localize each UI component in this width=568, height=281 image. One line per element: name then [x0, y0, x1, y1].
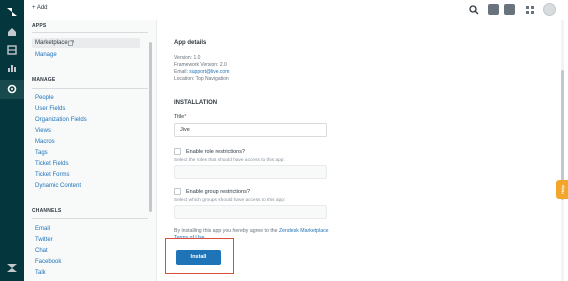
- add-button[interactable]: + Add: [32, 5, 48, 11]
- roles-select[interactable]: [174, 165, 327, 179]
- help-tab[interactable]: Help: [556, 180, 568, 199]
- terms-prefix: By installing this app you hereby agree …: [174, 228, 279, 234]
- sidebar-item-facebook[interactable]: Facebook: [35, 259, 61, 265]
- groups-select[interactable]: [174, 205, 327, 219]
- app-install-panel: App details Version: 1.0 Framework Versi…: [157, 20, 568, 281]
- sidebar-item-user-fields[interactable]: User Fields: [35, 106, 65, 112]
- role-restrictions-row: Enable role restrictions?: [174, 148, 245, 155]
- group-restrictions-label[interactable]: Enable group restrictions?: [186, 189, 250, 195]
- apps-grid-icon[interactable]: [524, 4, 536, 16]
- sidebar-item-talk[interactable]: Talk: [35, 270, 46, 276]
- panel-scrollbar[interactable]: [149, 42, 152, 212]
- sidebar-item-dynamic-content[interactable]: Dynamic Content: [35, 183, 81, 189]
- admin-gear-icon[interactable]: [6, 83, 18, 95]
- views-icon[interactable]: [6, 44, 18, 56]
- section-title-channels: CHANNELS: [32, 208, 62, 214]
- admin-settings-panel: APPS Marketplace Manage MANAGE People Us…: [24, 20, 157, 281]
- section-title-apps: APPS: [32, 23, 47, 29]
- role-restrictions-checkbox[interactable]: [174, 148, 181, 155]
- avatar[interactable]: [543, 3, 556, 16]
- app-details-title: App details: [174, 40, 207, 46]
- sidebar-item-manage[interactable]: Manage: [35, 52, 57, 58]
- role-restrictions-hint: Select the roles that should have access…: [174, 158, 285, 163]
- search-icon[interactable]: [468, 4, 480, 16]
- group-restrictions-row: Enable group restrictions?: [174, 188, 250, 195]
- divider: [32, 88, 148, 89]
- app-email-prefix: Email:: [174, 69, 190, 75]
- sidebar-item-chat[interactable]: Chat: [35, 248, 48, 254]
- sidebar-item-ticket-forms[interactable]: Ticket Forms: [35, 172, 69, 178]
- sidebar-item-macros[interactable]: Macros: [35, 139, 55, 145]
- home-icon[interactable]: [6, 26, 18, 38]
- sidebar-item-ticket-fields[interactable]: Ticket Fields: [35, 161, 68, 167]
- role-restrictions-label[interactable]: Enable role restrictions?: [186, 149, 245, 155]
- divider: [32, 218, 148, 219]
- support-email-link[interactable]: support@live.com: [189, 69, 229, 75]
- install-button[interactable]: Install: [176, 250, 221, 265]
- app-email: Email: support@live.com: [174, 69, 229, 75]
- section-title-manage: MANAGE: [32, 77, 56, 83]
- sidebar-item-tags[interactable]: Tags: [35, 150, 48, 156]
- title-input[interactable]: Jive: [174, 123, 327, 137]
- app-location: Location: Top Navigation: [174, 76, 229, 82]
- zendesk-logo-icon[interactable]: [6, 6, 18, 18]
- chat-icon[interactable]: [488, 4, 499, 15]
- group-restrictions-checkbox[interactable]: [174, 188, 181, 195]
- main-nav-rail: [0, 0, 24, 281]
- sidebar-item-views[interactable]: Views: [35, 128, 51, 134]
- top-bar: + Add: [24, 0, 568, 21]
- title-field-label: Title*: [174, 114, 186, 120]
- sidebar-item-organization-fields[interactable]: Organization Fields: [35, 117, 87, 123]
- app-version: Version: 1.0: [174, 55, 201, 61]
- reporting-icon[interactable]: [6, 62, 18, 74]
- group-restrictions-hint: Select which groups should have access t…: [174, 198, 286, 203]
- title-input-value: Jive: [180, 127, 190, 133]
- installation-title: INSTALLATION: [174, 100, 218, 106]
- help-tab-label: Help: [559, 185, 565, 194]
- framework-version: Framework Version: 2.0: [174, 62, 227, 68]
- talk-phone-icon[interactable]: [504, 4, 515, 15]
- title-label-text: Title: [174, 114, 185, 120]
- external-link-icon: [68, 40, 74, 46]
- required-marker: *: [184, 114, 187, 120]
- divider: [32, 32, 148, 33]
- sidebar-item-twitter[interactable]: Twitter: [35, 237, 53, 243]
- sidebar-item-email[interactable]: Email: [35, 226, 50, 232]
- zendesk-logo-icon[interactable]: [6, 262, 18, 274]
- sidebar-item-label: Marketplace: [35, 40, 68, 46]
- sidebar-item-people[interactable]: People: [35, 95, 54, 101]
